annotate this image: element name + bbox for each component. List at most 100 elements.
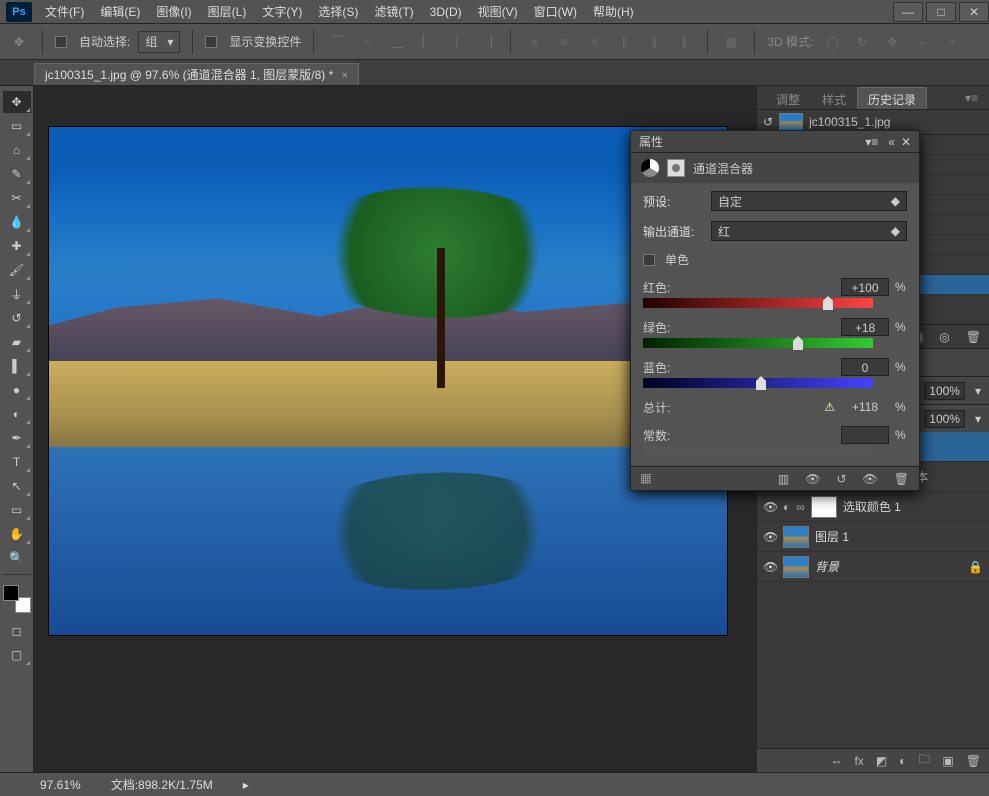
doc-size-info[interactable]: 文档:898.2K/1.75M xyxy=(111,776,213,793)
zoom-tool[interactable]: 🔍 xyxy=(3,547,31,569)
align-bottom-icon: ⎽ xyxy=(386,31,408,53)
toggle-visibility-icon[interactable]: 👁 xyxy=(863,472,878,486)
clip-to-layer-icon[interactable]: ▥ xyxy=(778,472,789,486)
eraser-tool[interactable]: ▰ xyxy=(3,331,31,353)
menu-view[interactable]: 视图(V) xyxy=(471,0,525,24)
lasso-tool[interactable]: ⌂ xyxy=(3,139,31,161)
window-minimize-button[interactable]: — xyxy=(893,2,923,22)
shape-tool[interactable]: ▭ xyxy=(3,499,31,521)
menu-layer[interactable]: 图层(L) xyxy=(201,0,254,24)
quick-select-tool[interactable]: ✎ xyxy=(3,163,31,185)
layer-row[interactable]: 👁 背景 🔒 xyxy=(757,552,989,582)
visibility-toggle[interactable]: 👁 xyxy=(763,560,777,574)
zoom-level[interactable]: 97.61% xyxy=(40,778,81,792)
move-tool[interactable]: ✥ xyxy=(3,91,31,113)
status-menu-icon[interactable]: ▸ xyxy=(243,778,249,792)
auto-select-checkbox[interactable] xyxy=(55,36,67,48)
layer-row[interactable]: 👁 ◐ ∞ 选取颜色 1 xyxy=(757,492,989,522)
constant-slider[interactable] xyxy=(643,446,873,456)
visibility-toggle[interactable]: 👁 xyxy=(763,530,777,544)
constant-value-input[interactable] xyxy=(841,426,889,444)
history-brush-tool[interactable]: ↺ xyxy=(3,307,31,329)
color-swatches[interactable] xyxy=(3,585,31,613)
hand-tool[interactable]: ✋ xyxy=(3,523,31,545)
mask-thumb[interactable] xyxy=(811,496,837,518)
new-group-icon[interactable]: 🗀 xyxy=(918,750,930,771)
layer-name[interactable]: 背景 xyxy=(815,558,962,575)
add-mask-icon[interactable]: ◩ xyxy=(876,754,887,768)
brush-tool[interactable]: 🖌 xyxy=(3,259,31,281)
tab-adjustments[interactable]: 调整 xyxy=(765,87,811,109)
auto-select-target-select[interactable]: 组▾ xyxy=(138,31,180,53)
menu-type[interactable]: 文字(Y) xyxy=(255,0,309,24)
layer-thumb[interactable] xyxy=(783,556,809,578)
window-maximize-button[interactable]: □ xyxy=(926,2,956,22)
orbit-3d-icon: ◯ xyxy=(821,31,843,53)
tab-styles[interactable]: 样式 xyxy=(811,87,857,109)
type-tool[interactable]: T xyxy=(3,451,31,473)
link-layers-icon[interactable]: ⇔ xyxy=(830,754,842,768)
stamp-tool[interactable]: ⏚ xyxy=(3,283,31,305)
output-channel-select[interactable]: 红◆ xyxy=(711,221,907,241)
menu-window[interactable]: 窗口(W) xyxy=(527,0,584,24)
properties-panel[interactable]: 属性 ▾≡ « ✕ 通道混合器 预设: 自定◆ 输出通道: 红◆ 单色 红色: … xyxy=(630,130,920,491)
dropdown-icon[interactable]: ▾ xyxy=(975,412,981,426)
view-previous-icon[interactable]: 👁 xyxy=(805,472,820,486)
quick-mask-toggle[interactable]: ◻ xyxy=(3,620,31,642)
layer-row[interactable]: 👁 图层 1 xyxy=(757,522,989,552)
panel-menu-icon[interactable]: ▾≡ xyxy=(954,87,989,109)
menu-select[interactable]: 选择(S) xyxy=(311,0,365,24)
document-tab[interactable]: jc100315_1.jpg @ 97.6% (通道混合器 1, 图层蒙版/8)… xyxy=(34,63,359,85)
panel-menu-icon[interactable]: ▾≡ xyxy=(865,135,878,149)
menu-3d[interactable]: 3D(D) xyxy=(423,0,469,24)
layer-name[interactable]: 选取颜色 1 xyxy=(843,498,983,515)
screen-mode-toggle[interactable]: ▢ xyxy=(3,644,31,666)
menu-file[interactable]: 文件(F) xyxy=(38,0,91,24)
window-close-button[interactable]: ✕ xyxy=(959,2,989,22)
close-panel-icon[interactable]: ✕ xyxy=(901,135,911,149)
delete-state-icon[interactable]: 🗑 xyxy=(966,330,981,344)
fx-icon[interactable]: fx xyxy=(854,754,863,768)
crop-tool[interactable]: ✂ xyxy=(3,187,31,209)
show-transform-checkbox[interactable] xyxy=(205,36,217,48)
menu-edit[interactable]: 编辑(E) xyxy=(93,0,147,24)
fill-value[interactable]: 100% xyxy=(924,410,965,428)
monochrome-checkbox[interactable] xyxy=(643,254,655,266)
dropdown-icon[interactable]: ▾ xyxy=(975,384,981,398)
eyedropper-tool[interactable]: 💧 xyxy=(3,211,31,233)
delete-layer-icon[interactable]: 🗑 xyxy=(966,754,981,768)
red-value-input[interactable]: +100 xyxy=(841,278,889,296)
blur-tool[interactable]: ● xyxy=(3,379,31,401)
new-layer-icon[interactable]: ▣ xyxy=(942,754,953,768)
layer-name[interactable]: 图层 1 xyxy=(815,528,983,545)
green-slider[interactable] xyxy=(643,338,873,348)
dodge-tool[interactable]: ◐ xyxy=(3,403,31,425)
new-snapshot-icon[interactable]: ◎ xyxy=(939,330,949,344)
layer-thumb[interactable] xyxy=(783,526,809,548)
new-adjustment-icon[interactable]: ◐ xyxy=(899,754,906,768)
visibility-toggle[interactable]: 👁 xyxy=(763,500,777,514)
delete-adjustment-icon[interactable]: 🗑 xyxy=(894,472,909,486)
reset-icon[interactable]: ↺ xyxy=(836,472,846,486)
gradient-tool[interactable]: ▌ xyxy=(3,355,31,377)
opacity-value[interactable]: 100% xyxy=(924,382,965,400)
link-icon: ∞ xyxy=(796,500,805,514)
healing-tool[interactable]: ✚ xyxy=(3,235,31,257)
foreground-swatch[interactable] xyxy=(3,585,19,601)
pen-tool[interactable]: ✒ xyxy=(3,427,31,449)
blue-slider[interactable] xyxy=(643,378,873,388)
mask-icon[interactable] xyxy=(667,159,685,177)
marquee-tool[interactable]: ▭ xyxy=(3,115,31,137)
menu-help[interactable]: 帮助(H) xyxy=(586,0,641,24)
red-slider[interactable] xyxy=(643,298,873,308)
menu-filter[interactable]: 滤镜(T) xyxy=(367,0,420,24)
collapse-panel-icon[interactable]: « xyxy=(888,135,895,149)
preset-select[interactable]: 自定◆ xyxy=(711,191,907,211)
path-select-tool[interactable]: ↖ xyxy=(3,475,31,497)
document-tab-close-icon[interactable]: × xyxy=(341,68,348,82)
menu-image[interactable]: 图像(I) xyxy=(149,0,198,24)
snapshot-thumb xyxy=(779,113,803,131)
blue-value-input[interactable]: 0 xyxy=(841,358,889,376)
green-value-input[interactable]: +18 xyxy=(841,318,889,336)
tab-history[interactable]: 历史记录 xyxy=(857,87,927,109)
